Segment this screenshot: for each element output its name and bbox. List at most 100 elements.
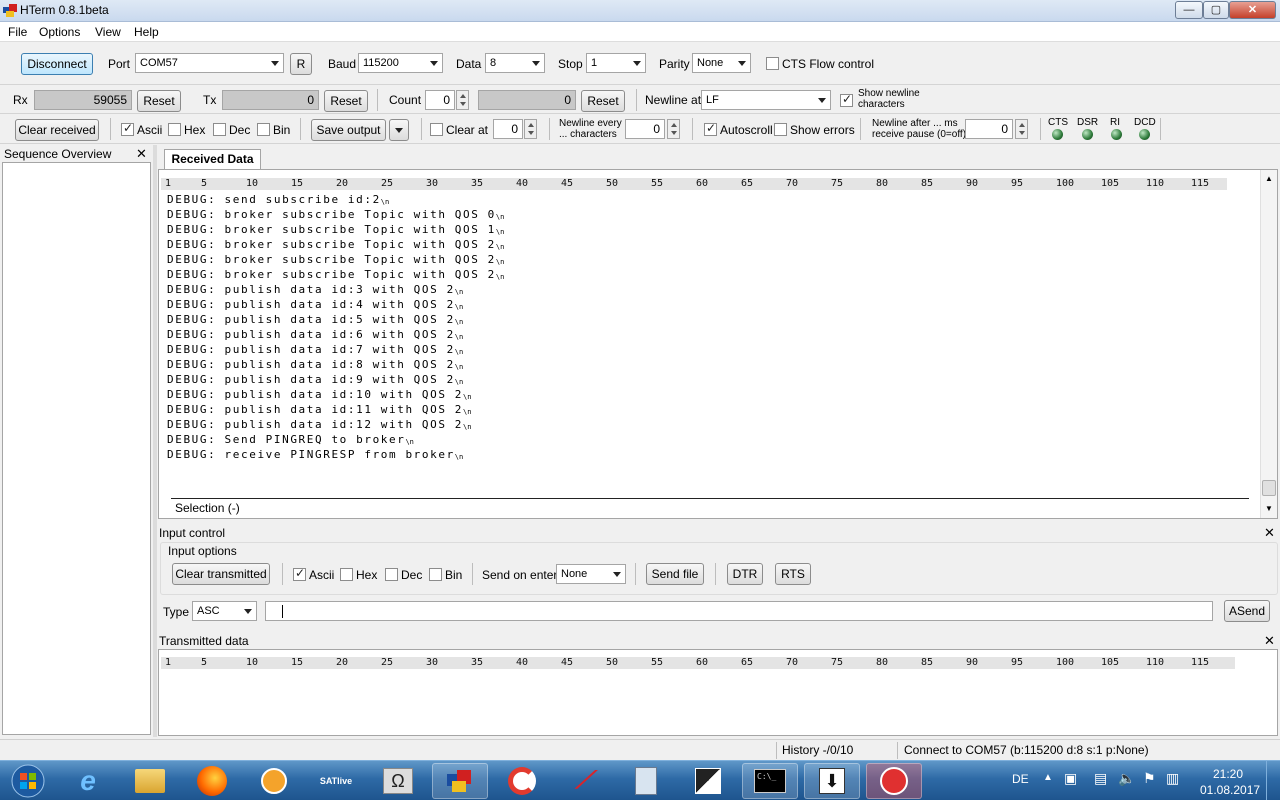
close-icon[interactable]: ✕ (136, 147, 147, 160)
show-errors-checkbox[interactable] (774, 123, 787, 136)
clear-at-label: Clear at (446, 123, 489, 137)
tx-reset-button[interactable]: Reset (324, 90, 368, 112)
count-input[interactable]: 0 (425, 90, 455, 110)
column-ruler: 1 5 10 15 20 25 30 35 40 45 50 55 60 65 70 75 80 85 90 95 10… (161, 178, 1227, 190)
clear-at-input[interactable]: 0 (493, 119, 523, 139)
newline-every-input[interactable]: 0 (625, 119, 665, 139)
file-explorer-icon[interactable] (122, 763, 178, 799)
tx-hex-checkbox[interactable] (340, 568, 353, 581)
newline-every-spinner[interactable] (667, 119, 680, 139)
menu-file[interactable]: File (8, 25, 27, 39)
rx-hex-checkbox[interactable] (168, 123, 181, 136)
action-center-flag-icon[interactable]: ⚑ (1143, 770, 1156, 787)
ruler-tick-label: 1 (165, 657, 172, 668)
save-output-button[interactable]: Save output (311, 119, 386, 141)
newline-after-spinner[interactable] (1015, 119, 1028, 139)
ccleaner-icon[interactable] (494, 763, 550, 799)
received-line-text: DEBUG: publish data id:8 with QOS 2 (167, 358, 455, 371)
autoscroll-checkbox[interactable] (704, 121, 717, 136)
newline-at-select[interactable]: LF (701, 90, 831, 110)
downloader-button[interactable]: ⬇ (804, 763, 860, 799)
close-window-button[interactable]: ✕ (1229, 1, 1276, 19)
close-icon[interactable]: ✕ (1264, 634, 1275, 647)
tx-ascii-checkbox[interactable] (293, 566, 306, 581)
dsr-led-icon (1082, 129, 1093, 140)
stop-bits-label: Stop (558, 57, 583, 71)
minimize-button[interactable]: — (1175, 1, 1203, 19)
rts-button[interactable]: RTS (775, 563, 811, 585)
tray-expand-icon[interactable]: ▲ (1043, 772, 1053, 783)
scrollbar-thumb[interactable] (1262, 480, 1276, 496)
asend-button[interactable]: ASend (1224, 600, 1270, 622)
clear-at-checkbox[interactable] (430, 123, 443, 136)
clear-at-spinner[interactable] (524, 119, 537, 139)
ruler-tick-label: 25 (381, 178, 394, 189)
rx-bin-checkbox[interactable] (257, 123, 270, 136)
refresh-ports-button[interactable]: R (290, 53, 312, 75)
tab-received-data[interactable]: Received Data (164, 149, 261, 169)
stop-bits-select[interactable]: 1 (586, 53, 646, 73)
menu-options[interactable]: Options (39, 25, 80, 39)
tray-app-icon[interactable]: ▣ (1064, 770, 1077, 787)
data-bits-select[interactable]: 8 (485, 53, 545, 73)
sequence-list[interactable] (2, 162, 151, 735)
ruler-tick-label: 20 (336, 657, 349, 668)
baud-select[interactable]: 115200 (358, 53, 443, 73)
volume-icon[interactable]: 🔈 (1118, 770, 1135, 787)
close-icon[interactable]: ✕ (1264, 526, 1275, 539)
show-newline-checkbox[interactable] (840, 92, 853, 107)
transmit-input[interactable] (265, 601, 1213, 621)
received-line: DEBUG: broker subscribe Topic with QOS 1… (167, 222, 1227, 237)
clock-time[interactable]: 21:20 (1213, 767, 1243, 781)
clock-date[interactable]: 01.08.2017 (1200, 783, 1260, 797)
internet-explorer-icon[interactable]: e (60, 763, 116, 799)
parity-select[interactable]: None (692, 53, 751, 73)
received-data-view[interactable]: 1 5 10 15 20 25 30 35 40 45 50 55 60 65 70 75 80 85 90 95 10… (158, 169, 1278, 519)
count-spinner[interactable] (456, 90, 469, 110)
start-button[interactable] (2, 763, 54, 799)
media-player-icon[interactable] (246, 763, 302, 799)
received-line: DEBUG: publish data id:6 with QOS 2\n (167, 327, 1227, 342)
menu-help[interactable]: Help (134, 25, 159, 39)
altium-icon[interactable]: ⟋ (556, 763, 612, 799)
vertical-scrollbar[interactable]: ▲ ▼ (1260, 170, 1277, 518)
dtr-button[interactable]: DTR (727, 563, 763, 585)
language-indicator[interactable]: DE (1012, 772, 1029, 786)
type-select[interactable]: ASC (192, 601, 257, 621)
ruler-tick-label: 15 (291, 657, 304, 668)
tx-dec-checkbox[interactable] (385, 568, 398, 581)
rx-reset-button[interactable]: Reset (137, 90, 181, 112)
transmitted-data-view[interactable]: 1 5 10 15 20 25 30 35 40 45 50 55 60 65 70 75 80 85 90 95 10… (158, 649, 1278, 736)
show-desktop-button[interactable] (1266, 761, 1280, 800)
newline-after-input[interactable]: 0 (965, 119, 1013, 139)
clear-received-button[interactable]: Clear received (15, 119, 99, 141)
device-icon[interactable]: ▤ (1094, 770, 1107, 787)
panel-splitter[interactable] (153, 145, 157, 737)
send-on-enter-select[interactable]: None (556, 564, 626, 584)
firefox-icon[interactable] (184, 763, 240, 799)
send-file-button[interactable]: Send file (646, 563, 704, 585)
port-select[interactable]: COM57 (135, 53, 284, 73)
network-icon[interactable]: ▥ (1166, 770, 1179, 787)
character-map-icon[interactable]: Ω (370, 763, 426, 799)
maximize-button[interactable]: ▢ (1203, 1, 1229, 19)
hterm-taskbar-button[interactable] (432, 763, 488, 799)
rx-dec-checkbox[interactable] (213, 123, 226, 136)
clear-transmitted-button[interactable]: Clear transmitted (172, 563, 270, 585)
rx-ascii-checkbox[interactable] (121, 121, 134, 136)
command-prompt-button[interactable]: C:\_ (742, 763, 798, 799)
count-reset-button[interactable]: Reset (581, 90, 625, 112)
save-output-menu-button[interactable] (389, 119, 409, 141)
satlive-icon[interactable]: SATlive (308, 763, 364, 799)
app-tile-icon[interactable] (680, 763, 736, 799)
disconnect-button[interactable]: Disconnect (21, 53, 93, 75)
hterm-red-button[interactable] (866, 763, 922, 799)
cts-flow-checkbox[interactable] (766, 57, 779, 70)
scroll-up-icon[interactable]: ▲ (1265, 174, 1273, 183)
scroll-down-icon[interactable]: ▼ (1265, 504, 1273, 513)
baud-value: 115200 (363, 57, 399, 69)
menu-view[interactable]: View (95, 25, 121, 39)
divider (110, 118, 111, 140)
calculator-icon[interactable] (618, 763, 674, 799)
tx-bin-checkbox[interactable] (429, 568, 442, 581)
